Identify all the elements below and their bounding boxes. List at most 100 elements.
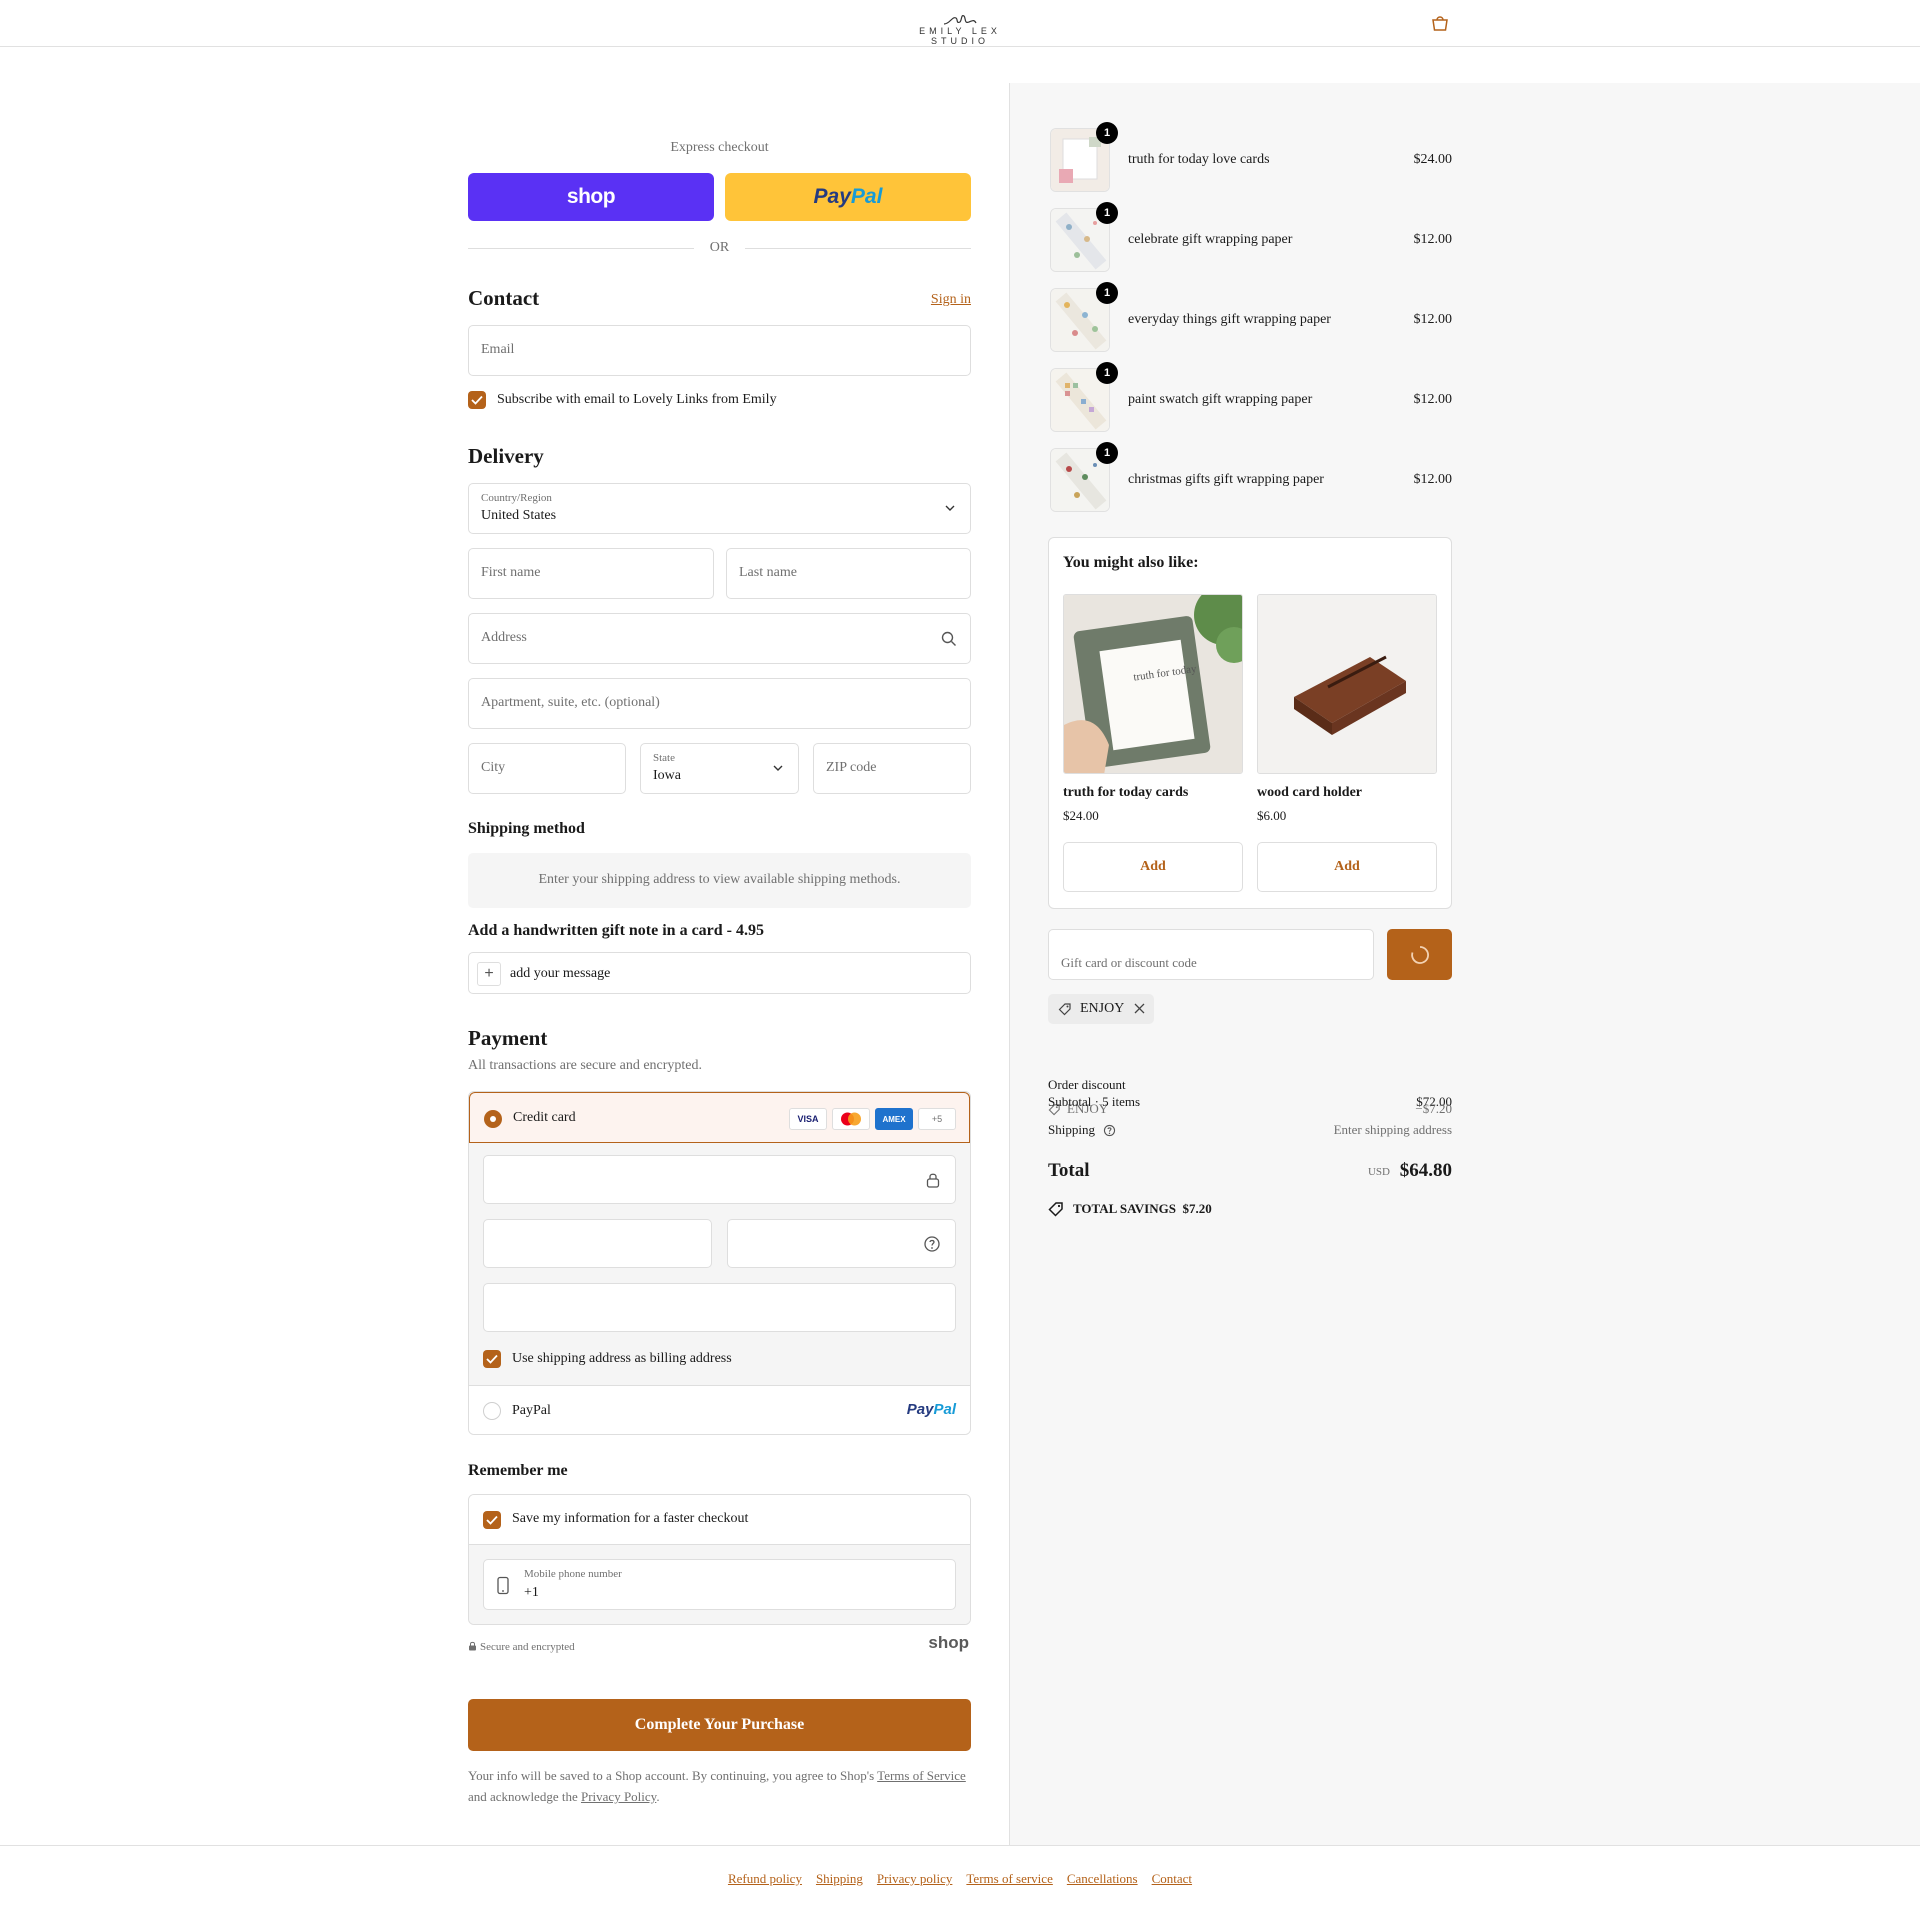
email-field[interactable]: Email [468,325,971,376]
chevron-down-icon [945,505,955,511]
apply-discount-button[interactable] [1387,929,1452,980]
applied-discount-code: ENJOY [1080,1001,1125,1016]
billing-address-label: Use shipping address as billing address [512,1351,732,1366]
secure-note: Secure and encrypted [468,1641,575,1653]
lock-icon [469,1641,476,1651]
billing-address-checkbox[interactable] [483,1350,501,1368]
help-icon[interactable] [1103,1124,1116,1137]
shop-pay-logo: shop [566,185,616,208]
name-on-card-field[interactable] [483,1283,956,1332]
terms-of-service-link[interactable]: Terms of service [966,1871,1052,1887]
card-number-field[interactable] [483,1155,956,1204]
shop-pay-button[interactable]: shop [468,173,714,221]
applied-discount-chip: ENJOY [1048,994,1154,1024]
city-field[interactable]: City [468,743,626,794]
cart-bag-icon[interactable] [1430,14,1450,32]
legal-middle: and acknowledge the [468,1789,581,1804]
add-upsell-button[interactable]: Add [1257,842,1437,892]
chevron-down-icon [773,765,783,771]
last-name-placeholder: Last name [739,565,797,580]
cart-item: 1 truth for today love cards $24.00 [1048,122,1453,192]
subscribe-checkbox[interactable] [468,391,486,409]
payment-title: Payment [468,1026,548,1050]
cart-item: 1 celebrate gift wrapping paper $12.00 [1048,202,1452,272]
header: EMILY LEX STUDIO [0,0,1920,47]
help-icon[interactable] [923,1235,941,1253]
total-value: $64.80 [1399,1160,1452,1181]
paypal-logo: PayPal [907,1401,956,1418]
security-code-field[interactable] [727,1219,956,1268]
address-field[interactable]: Address [468,613,971,664]
paypal-express-button[interactable]: Pay Pal [725,173,971,221]
mobile-phone-field[interactable]: Mobile phone number +1 [483,1559,956,1610]
checkmark-icon [486,1354,498,1364]
country-label: Country/Region [481,492,552,504]
credit-card-radio[interactable] [484,1110,502,1128]
refund-policy-link[interactable]: Refund policy [728,1871,802,1887]
checkmark-icon [471,395,483,405]
shop-privacy-link[interactable]: Privacy Policy [581,1789,656,1804]
cancellations-link[interactable]: Cancellations [1067,1871,1138,1887]
phone-label: Mobile phone number [524,1568,622,1580]
amex-icon: AMEX [875,1108,913,1130]
zip-placeholder: ZIP code [826,760,877,775]
search-icon [941,631,956,646]
brand-logo[interactable]: EMILY LEX STUDIO [890,10,1030,46]
quantity-badge: 1 [1096,442,1118,464]
save-info-label: Save my information for a faster checkou… [512,1511,749,1526]
credit-card-form: Use shipping address as billing address [469,1143,970,1385]
quantity-badge: 1 [1096,282,1118,304]
upsell-box: You might also like: truth for today tru… [1048,537,1452,909]
apartment-placeholder: Apartment, suite, etc. (optional) [481,695,660,710]
upsell-product-image[interactable] [1257,594,1437,774]
state-select[interactable]: State Iowa [640,743,799,794]
last-name-field[interactable]: Last name [726,548,971,599]
gift-note-field[interactable]: + add your message [468,952,971,994]
paypal-option[interactable]: PayPal PayPal [469,1385,970,1434]
close-icon[interactable] [1133,1002,1146,1015]
visa-icon: VISA [789,1108,827,1130]
country-value: United States [481,508,557,523]
country-select[interactable]: Country/Region United States [468,483,971,534]
state-label: State [653,752,675,764]
legal-suffix: . [656,1789,660,1804]
add-upsell-button[interactable]: Add [1063,842,1243,892]
quantity-badge: 1 [1096,362,1118,384]
zip-field[interactable]: ZIP code [813,743,971,794]
shipping-method-title: Shipping method [468,820,585,837]
complete-purchase-button[interactable]: Complete Your Purchase [468,1699,971,1751]
legal-prefix: Your info will be saved to a Shop accoun… [468,1768,878,1783]
item-price: $12.00 [1413,392,1453,407]
more-cards-badge: +5 [918,1108,956,1130]
remember-me-box: Save my information for a faster checkou… [468,1494,971,1625]
credit-card-label: Credit card [513,1110,576,1125]
discount-placeholder: Gift card or discount code [1061,955,1197,970]
upsell-product-price: $6.00 [1257,808,1287,823]
discount-code-field[interactable]: Gift card or discount code [1048,929,1374,980]
phone-row: Mobile phone number +1 [469,1545,970,1624]
upsell-product-name: truth for today cards [1063,785,1189,800]
sign-in-link[interactable]: Sign in [931,292,971,308]
contact-link[interactable]: Contact [1152,1871,1192,1887]
total-savings-label: TOTAL SAVINGS [1073,1201,1176,1216]
item-price: $24.00 [1413,152,1453,167]
privacy-policy-link[interactable]: Privacy policy [877,1871,952,1887]
item-name: celebrate gift wrapping paper [1128,232,1293,247]
shipping-link[interactable]: Shipping [816,1871,863,1887]
cart-item: 1 christmas gifts gift wrapping paper $1… [1048,442,1452,512]
payment-description: All transactions are secure and encrypte… [468,1058,703,1073]
shop-terms-link[interactable]: Terms of Service [877,1768,966,1783]
paypal-radio[interactable] [483,1402,501,1420]
shipping-method-message: Enter your shipping address to view avai… [538,872,901,887]
upsell-product-image[interactable]: truth for today [1063,594,1243,774]
apartment-field[interactable]: Apartment, suite, etc. (optional) [468,678,971,729]
delivery-title: Delivery [468,444,544,468]
credit-card-option[interactable]: Credit card VISA AMEX +5 [469,1092,970,1143]
total-savings-value: $7.20 [1182,1201,1212,1216]
save-info-checkbox[interactable] [483,1511,501,1529]
item-name: christmas gifts gift wrapping paper [1128,472,1324,487]
first-name-field[interactable]: First name [468,548,714,599]
or-text: OR [709,240,730,255]
address-placeholder: Address [481,630,527,645]
expiration-date-field[interactable] [483,1219,712,1268]
